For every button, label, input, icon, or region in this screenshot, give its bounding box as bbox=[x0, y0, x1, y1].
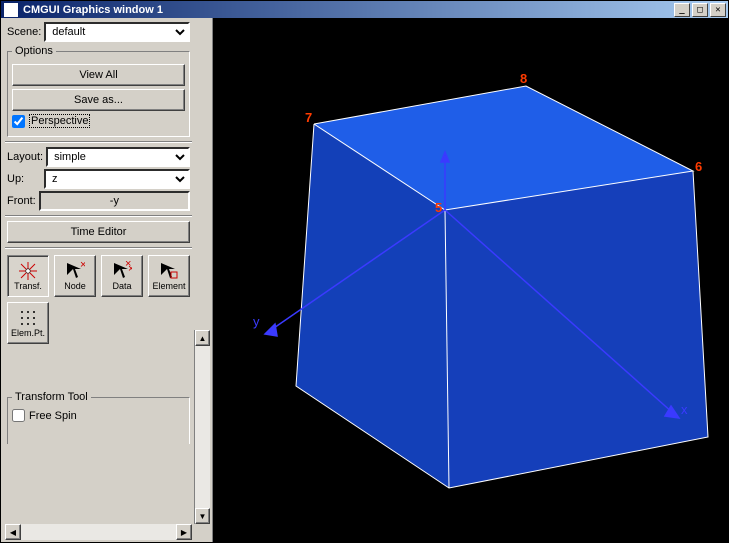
scroll-track-v[interactable] bbox=[195, 346, 210, 508]
up-combo[interactable]: z bbox=[44, 169, 190, 189]
axis-label-y: y bbox=[253, 314, 260, 329]
vertical-scrollbar[interactable]: ▲ ▼ bbox=[194, 330, 210, 524]
scroll-left-button[interactable]: ◀ bbox=[5, 524, 21, 540]
app-window: CMGUI Graphics window 1 _ □ ✕ Scene: def… bbox=[0, 0, 729, 543]
svg-text:×: × bbox=[80, 261, 85, 271]
transform-icon bbox=[18, 261, 38, 281]
close-button[interactable]: ✕ bbox=[710, 3, 726, 17]
divider-1 bbox=[5, 141, 192, 143]
graphics-viewport[interactable]: 7 8 6 5 x y bbox=[213, 18, 728, 542]
time-editor-button[interactable]: Time Editor bbox=[7, 221, 190, 243]
front-label: Front: bbox=[7, 195, 36, 207]
scroll-up-button[interactable]: ▲ bbox=[195, 330, 210, 346]
tool-node[interactable]: × Node bbox=[54, 255, 96, 297]
tool-element[interactable]: Element bbox=[148, 255, 190, 297]
window-title: CMGUI Graphics window 1 bbox=[23, 4, 674, 16]
transform-tool-group: Transform Tool Free Spin bbox=[7, 391, 190, 444]
up-label: Up: bbox=[7, 173, 41, 185]
free-spin-row: Free Spin bbox=[12, 409, 185, 422]
tool-transf[interactable]: Transf. bbox=[7, 255, 49, 297]
minimize-button[interactable]: _ bbox=[674, 3, 690, 17]
scroll-down-button[interactable]: ▼ bbox=[195, 508, 210, 524]
elempt-icon bbox=[18, 308, 38, 328]
layout-row: Layout: simple bbox=[7, 147, 190, 167]
scroll-right-button[interactable]: ▶ bbox=[176, 524, 192, 540]
options-group: Options View All Save as... Perspective bbox=[7, 45, 190, 137]
free-spin-checkbox[interactable] bbox=[12, 409, 25, 422]
scene-combo[interactable]: default bbox=[44, 22, 190, 42]
window-buttons: _ □ ✕ bbox=[674, 3, 726, 17]
divider-2 bbox=[5, 215, 192, 217]
tool-transf-label: Transf. bbox=[14, 282, 42, 291]
tool-palette: Transf. × Node ×× Data bbox=[3, 253, 194, 344]
tool-node-label: Node bbox=[64, 282, 86, 291]
tool-data-label: Data bbox=[112, 282, 131, 291]
titlebar[interactable]: CMGUI Graphics window 1 _ □ ✕ bbox=[1, 1, 728, 18]
side-panel: Scene: default Options View All Save as.… bbox=[1, 18, 213, 542]
perspective-checkbox-row: Perspective bbox=[12, 114, 185, 128]
divider-3 bbox=[5, 247, 192, 249]
layout-label: Layout: bbox=[7, 151, 43, 163]
layout-combo[interactable]: simple bbox=[46, 147, 190, 167]
scene-row: Scene: default bbox=[7, 22, 190, 42]
options-legend: Options bbox=[12, 45, 56, 57]
save-as-button[interactable]: Save as... bbox=[12, 89, 185, 111]
tool-element-label: Element bbox=[152, 282, 185, 291]
scene-label: Scene: bbox=[7, 26, 41, 38]
client-area: Scene: default Options View All Save as.… bbox=[1, 18, 728, 542]
free-spin-label: Free Spin bbox=[29, 410, 77, 422]
view-all-button[interactable]: View All bbox=[12, 64, 185, 86]
node-label-6: 6 bbox=[695, 159, 702, 174]
node-label-5: 5 bbox=[435, 200, 442, 215]
node-label-8: 8 bbox=[520, 71, 527, 86]
size-grip[interactable] bbox=[192, 524, 208, 540]
transform-tool-legend: Transform Tool bbox=[12, 391, 91, 403]
horizontal-scrollbar[interactable]: ◀ ▶ bbox=[5, 524, 208, 540]
tool-elempt-label: Elem.Pt. bbox=[11, 329, 45, 338]
scroll-track-h[interactable] bbox=[21, 524, 176, 540]
element-icon bbox=[159, 261, 179, 281]
axis-label-x: x bbox=[681, 402, 688, 417]
perspective-label: Perspective bbox=[29, 114, 90, 128]
svg-text:×: × bbox=[128, 263, 132, 275]
tool-elempt[interactable]: Elem.Pt. bbox=[7, 302, 49, 344]
tool-data[interactable]: ×× Data bbox=[101, 255, 143, 297]
up-row: Up: z bbox=[7, 169, 190, 189]
perspective-checkbox[interactable] bbox=[12, 115, 25, 128]
data-icon: ×× bbox=[112, 261, 132, 281]
cube-face-right bbox=[445, 171, 708, 488]
front-field bbox=[39, 191, 190, 211]
maximize-button[interactable]: □ bbox=[692, 3, 708, 17]
front-row: Front: bbox=[7, 191, 190, 211]
scene-3d bbox=[213, 18, 728, 539]
node-label-7: 7 bbox=[305, 110, 312, 125]
node-icon: × bbox=[65, 261, 85, 281]
app-icon bbox=[3, 2, 19, 18]
